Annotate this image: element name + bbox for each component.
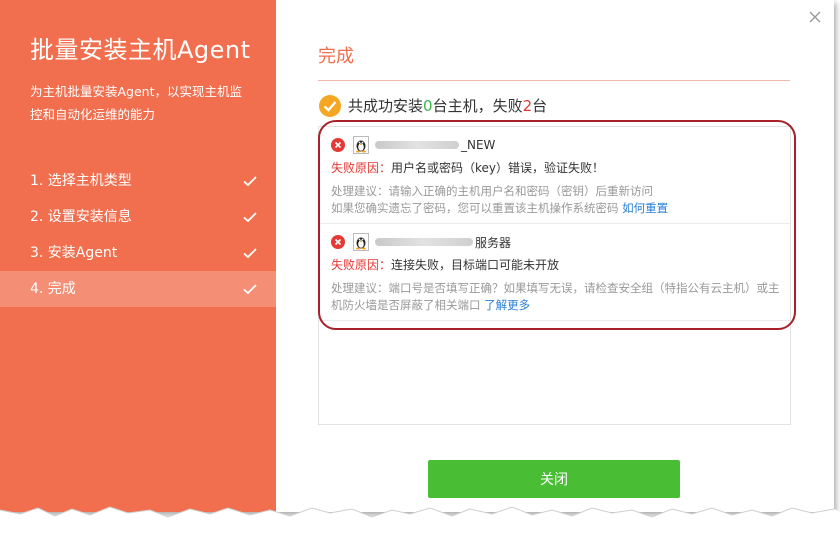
check-icon: [243, 248, 257, 259]
host-header: 服务器: [331, 232, 780, 252]
reset-password-link[interactable]: 如何重置: [622, 201, 668, 215]
redacted-hostname: [375, 141, 459, 149]
list-item: 服务器 失败原因：连接失败，目标端口可能未开放 处理建议：端口号是否填写正确？如…: [319, 224, 790, 321]
check-icon: [243, 176, 257, 187]
check-icon: [243, 284, 257, 295]
check-icon: [243, 212, 257, 223]
summary-middle: 台主机，失败: [432, 97, 523, 115]
step-set-install-info: 2. 设置安装信息: [0, 199, 276, 235]
close-button[interactable]: 关闭: [428, 460, 680, 498]
install-summary: 共成功安装 0 台主机，失败 2 台: [318, 94, 547, 118]
sidebar: 批量安装主机Agent 为主机批量安装Agent，以实现主机监控和自动化运维的能…: [0, 0, 276, 512]
redacted-hostname: [375, 238, 473, 246]
failure-reason: 失败原因：用户名或密码（key）错误，验证失败！: [331, 159, 780, 177]
install-agent-dialog: 批量安装主机Agent 为主机批量安装Agent，以实现主机监控和自动化运维的能…: [0, 0, 834, 512]
linux-penguin-icon: [353, 233, 369, 251]
fail-count: 2: [522, 97, 533, 115]
host-header: _NEW: [331, 135, 780, 155]
step-list: 1. 选择主机类型 2. 设置安装信息 3. 安装Agent 4. 完成: [0, 163, 276, 307]
title-divider: [318, 80, 790, 81]
torn-edge: [0, 506, 840, 537]
error-icon: [331, 235, 345, 249]
reason-label: 失败原因：: [331, 161, 392, 175]
sidebar-title: 批量安装主机Agent: [30, 36, 251, 64]
step-label: 2. 设置安装信息: [30, 209, 132, 225]
step-label: 1. 选择主机类型: [30, 173, 132, 189]
suggestion: 处理建议：请输入正确的主机用户名和密码（密钥）后重新访问 如果您确实遗忘了密码，…: [331, 183, 780, 217]
suggestion-text: 处理建议：端口号是否填写正确？如果填写无误，请检查安全组（特指公有云主机）或主机…: [331, 281, 780, 312]
step-select-host-type: 1. 选择主机类型: [0, 163, 276, 199]
failure-reason: 失败原因：连接失败，目标端口可能未开放: [331, 256, 780, 274]
result-list: _NEW 失败原因：用户名或密码（key）错误，验证失败！ 处理建议：请输入正确…: [318, 126, 791, 425]
suggestion-text: 处理建议：请输入正确的主机用户名和密码（密钥）后重新访问 如果您确实遗忘了密码，…: [331, 184, 653, 215]
learn-more-link[interactable]: 了解更多: [484, 298, 530, 312]
summary-suffix: 台: [532, 97, 548, 115]
reason-text: 用户名或密码（key）错误，验证失败！: [391, 161, 605, 175]
suggestion: 处理建议：端口号是否填写正确？如果填写无误，请检查安全组（特指公有云主机）或主机…: [331, 280, 780, 314]
list-item: _NEW 失败原因：用户名或密码（key）错误，验证失败！ 处理建议：请输入正确…: [319, 127, 790, 224]
summary-prefix: 共成功安装: [348, 97, 424, 115]
step-label: 4. 完成: [30, 281, 76, 297]
step-install-agent: 3. 安装Agent: [0, 235, 276, 271]
host-name: _NEW: [461, 138, 496, 152]
host-name: 服务器: [475, 235, 512, 250]
reason-text: 连接失败，目标端口可能未开放: [391, 258, 560, 272]
step-label: 3. 安装Agent: [30, 245, 118, 261]
success-count: 0: [423, 97, 433, 115]
page-title: 完成: [318, 46, 354, 67]
step-complete: 4. 完成: [0, 271, 276, 307]
error-icon: [331, 138, 345, 152]
reason-label: 失败原因：: [331, 258, 392, 272]
close-icon[interactable]: [808, 10, 822, 24]
linux-penguin-icon: [353, 136, 369, 154]
sidebar-description: 为主机批量安装Agent，以实现主机监控和自动化运维的能力: [30, 84, 243, 122]
success-check-icon: [319, 95, 341, 117]
